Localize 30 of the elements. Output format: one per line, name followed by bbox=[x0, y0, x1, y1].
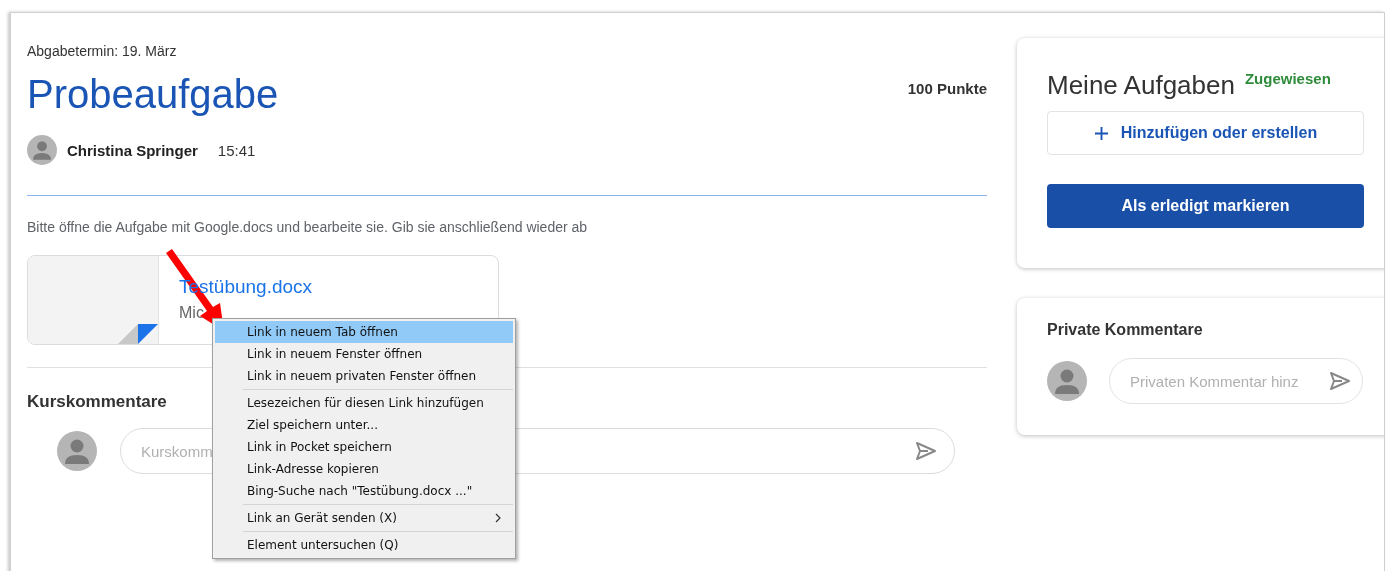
file-type: Mic bbox=[179, 304, 205, 322]
menu-item[interactable]: Link in neuem Fenster öffnen bbox=[215, 343, 513, 365]
post-time: 15:41 bbox=[217, 141, 256, 159]
avatar-icon bbox=[57, 431, 97, 471]
points: 100 Punkte bbox=[907, 80, 987, 97]
card-title: Meine Aufgaben bbox=[1047, 70, 1235, 101]
menu-item[interactable]: Link in neuem privaten Fenster öffnen bbox=[215, 365, 513, 387]
page-corner-icon bbox=[118, 324, 158, 344]
assignment-title: Probeaufgabe bbox=[27, 71, 279, 118]
avatar-icon bbox=[1047, 361, 1087, 401]
menu-item[interactable]: Lesezeichen für diesen Link hinzufügen bbox=[215, 392, 513, 414]
menu-item[interactable]: Link in Pocket speichern bbox=[215, 436, 513, 458]
status-label: Zugewiesen bbox=[1244, 70, 1331, 87]
description: Bitte öffne die Aufgabe mit Google.docs und bearbeite sie. Gib sie anschließend wieder ab bbox=[27, 219, 589, 235]
add-button[interactable]: Hinzufügen oder erstellen bbox=[1047, 111, 1364, 155]
chevron-right-icon bbox=[495, 513, 501, 523]
author-name: Christina Springer bbox=[67, 141, 198, 159]
section-heading: Private Kommentare bbox=[1047, 321, 1204, 339]
send-icon[interactable] bbox=[1328, 369, 1352, 393]
due-date: Abgabetermin: 19. März bbox=[27, 43, 178, 59]
avatar-icon bbox=[27, 135, 57, 165]
menu-item[interactable]: Link an Gerät senden (X) bbox=[215, 507, 513, 529]
send-icon[interactable] bbox=[914, 439, 938, 463]
comment-input[interactable]: Privaten Kommentar hinz bbox=[1128, 371, 1328, 391]
menu-item[interactable]: Bing-Suche nach "Testübung.docx ..." bbox=[215, 480, 513, 502]
plus-icon bbox=[1093, 125, 1109, 141]
menu-item[interactable]: Element untersuchen (Q) bbox=[215, 534, 513, 556]
section-heading: Kurskommentare bbox=[27, 392, 167, 412]
menu-item[interactable]: Link in neuem Tab öffnen bbox=[215, 321, 513, 343]
mark-done-button[interactable]: Als erledigt markieren bbox=[1047, 184, 1364, 228]
